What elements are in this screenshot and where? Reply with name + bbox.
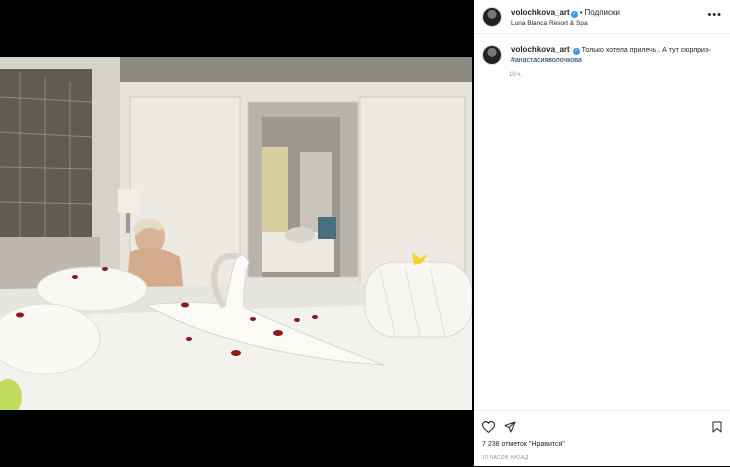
location-link[interactable]: Luna Blanca Resort & Spa — [511, 18, 620, 29]
hashtag-link[interactable]: #анастасияволочкова — [511, 57, 582, 64]
post-timestamp: 10 ЧАСОВ НАЗАД — [482, 455, 529, 461]
post-sidebar: volochkova_art ✓ • Подписки Luna Blanca Res… — [474, 0, 730, 466]
likes-count[interactable]: 7 238 отметок "Нравится" — [482, 441, 565, 448]
post-header: volochkova_art ✓ • Подписки Luna Blanca Res… — [474, 0, 730, 34]
verified-icon: ✓ — [570, 10, 578, 18]
caption-username-link[interactable]: volochkova_art — [511, 45, 570, 54]
heart-icon[interactable] — [481, 420, 496, 438]
action-bar: 7 238 отметок "Нравится" 10 ЧАСОВ НАЗАД — [474, 410, 730, 467]
gift-emoji-icon: ▫ — [708, 47, 711, 54]
follow-status-button[interactable]: Подписки — [585, 8, 620, 17]
caption-text: Только хотела прилечь.. А тут сюрприз — [581, 47, 709, 54]
photo-illustration — [0, 57, 472, 410]
username-link[interactable]: volochkova_art — [511, 8, 570, 17]
bookmark-icon[interactable] — [712, 420, 722, 438]
avatar[interactable] — [482, 6, 502, 27]
more-icon[interactable]: ••• — [707, 9, 722, 21]
caption-verified-icon: ✓ — [572, 48, 580, 55]
caption-time: 10 ч. — [509, 72, 523, 78]
post-photo[interactable] — [0, 57, 472, 410]
separator-dot: • — [579, 7, 583, 17]
caption-block: volochkova_art ✓ Только хотела прилечь.. … — [474, 34, 730, 66]
share-icon[interactable] — [504, 420, 516, 438]
caption-avatar[interactable] — [482, 45, 502, 65]
